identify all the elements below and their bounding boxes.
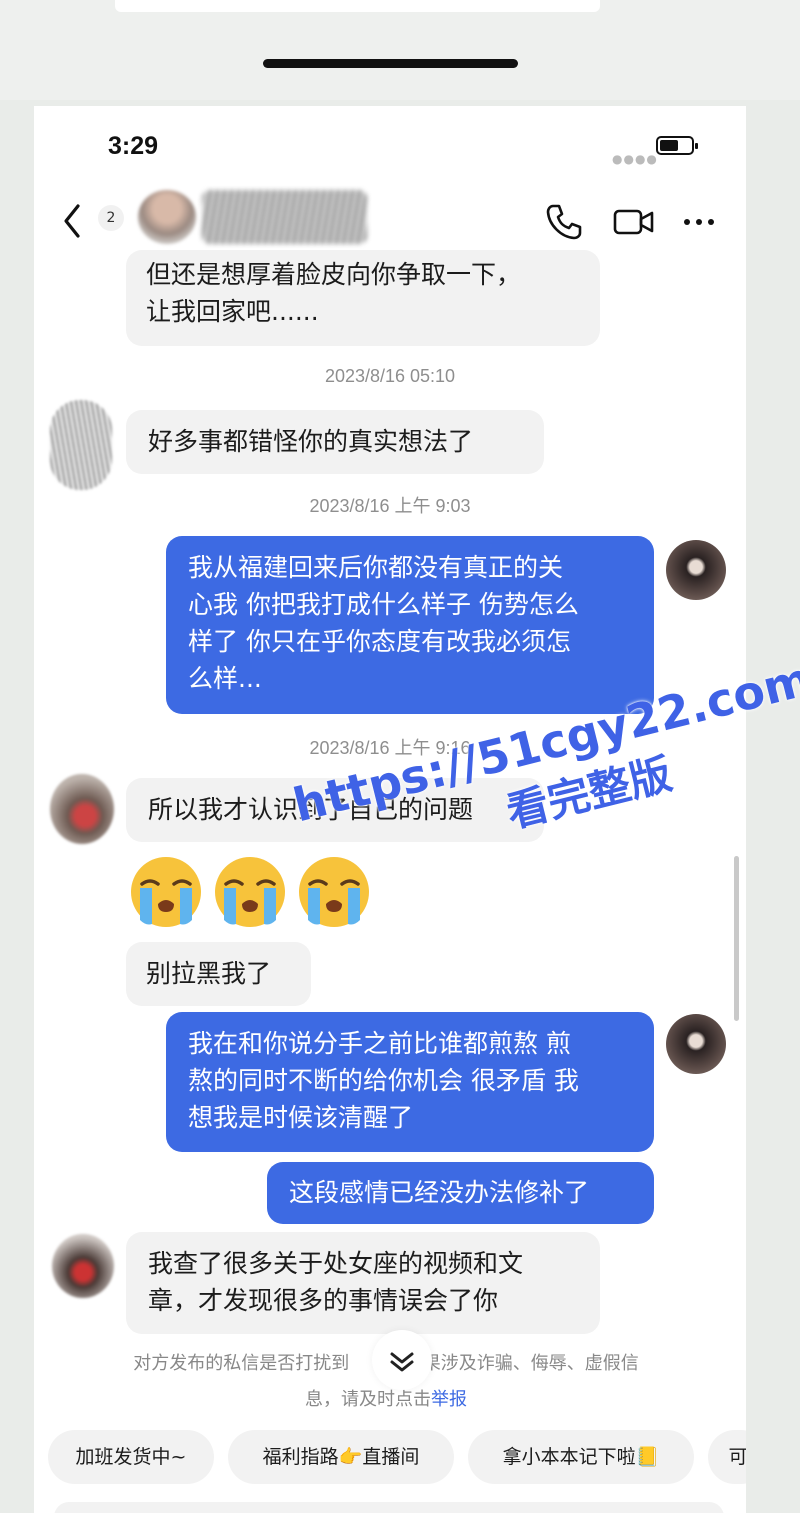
contact-name-redacted[interactable] (202, 190, 367, 244)
contact-avatar[interactable] (50, 400, 112, 490)
report-link[interactable]: 举报 (431, 1389, 467, 1410)
notice-text: 对方发布的私信是否打扰到 (133, 1353, 350, 1374)
my-avatar[interactable] (666, 540, 726, 600)
video-call-button[interactable] (612, 202, 656, 246)
loudly-crying-emoji-icon (215, 857, 285, 927)
voice-call-button[interactable] (544, 202, 584, 246)
contact-avatar[interactable] (138, 190, 196, 244)
message-bubble-incoming[interactable]: 但还是想厚着脸皮向你争取一下， 让我回家吧...... (126, 250, 600, 346)
contact-avatar[interactable] (50, 774, 114, 844)
notice-text: 息，请及时点击 (305, 1389, 431, 1410)
message-bubble-outgoing[interactable]: 我在和你说分手之前比谁都煎熬 煎 熬的同时不断的给你机会 很矛盾 我 想我是时候… (166, 1012, 654, 1152)
scrollbar[interactable] (734, 856, 739, 1021)
phone-icon (546, 204, 582, 240)
message-bubble-incoming[interactable]: 好多事都错怪你的真实想法了 (126, 410, 544, 474)
home-indicator (263, 59, 518, 68)
more-dots-icon (684, 219, 714, 225)
timestamp: 2023/8/16 05:10 (324, 366, 456, 386)
chevron-left-icon (64, 204, 80, 238)
status-time: 3:29 (108, 132, 159, 160)
contact-avatar[interactable] (52, 1234, 114, 1298)
battery-icon (656, 136, 698, 155)
background-app-card (115, 0, 600, 12)
unread-count-badge: 2 (98, 205, 124, 231)
background-app-strip (0, 0, 800, 100)
video-camera-icon (613, 209, 654, 235)
timestamp: 2023/8/16 上午 9:03 (309, 496, 471, 516)
message-bubble-outgoing[interactable]: 我从福建回来后你都没有真正的关 心我 你把我打成什么样子 伤势怎么 样了 你只在… (166, 536, 654, 714)
scroll-down-button[interactable] (372, 1330, 432, 1390)
signal-icon: ●●●● (612, 152, 658, 166)
chevron-down-icon (390, 1352, 414, 1372)
message-bubble-incoming[interactable]: 我查了很多关于处女座的视频和文 章，才发现很多的事情误会了你 (126, 1232, 600, 1334)
my-avatar[interactable] (666, 1014, 726, 1074)
loudly-crying-emoji-icon (131, 857, 201, 927)
more-options-button[interactable] (680, 210, 720, 238)
quick-reply-chip[interactable]: 加班发货中~ (48, 1430, 214, 1484)
quick-reply-chip[interactable]: 可 (708, 1430, 746, 1484)
message-input-bar[interactable] (54, 1502, 724, 1513)
quick-reply-chip[interactable]: 拿小本本记下啦📒 (468, 1430, 694, 1484)
back-button[interactable] (58, 198, 88, 244)
message-bubble-outgoing[interactable]: 这段感情已经没办法修补了 (267, 1162, 654, 1224)
quick-reply-chip[interactable]: 福利指路👉直播间 (228, 1430, 454, 1484)
message-bubble-incoming[interactable]: 别拉黑我了 (126, 942, 311, 1006)
notice-text: 果涉及诈骗、侮辱、虚假信 (422, 1353, 639, 1374)
